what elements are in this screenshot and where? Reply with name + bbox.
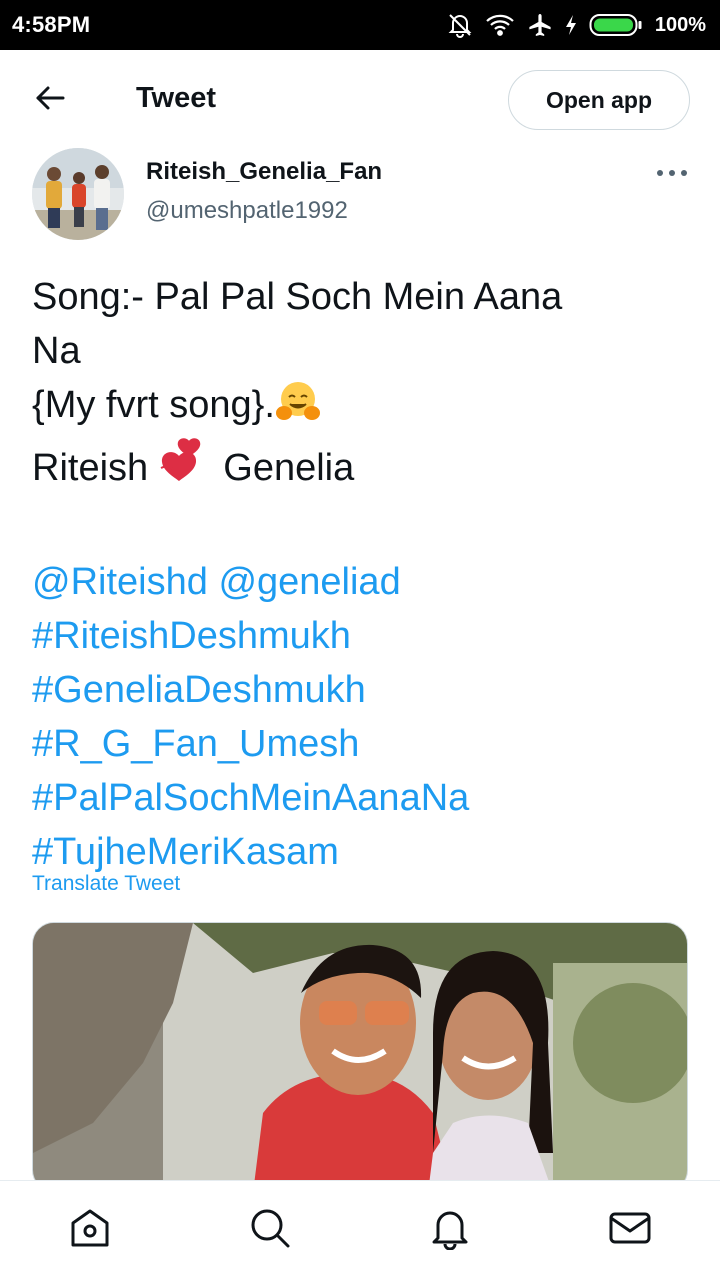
mention-link[interactable]: @Riteishd (32, 561, 208, 603)
bottom-navigation (0, 1180, 720, 1280)
tweet-line: @Riteishd @geneliad (32, 555, 692, 609)
tweet-line: Song:- Pal Pal Soch Mein Aana (32, 276, 563, 318)
mention-link[interactable]: @geneliad (218, 561, 400, 603)
top-bar: Tweet Open app (0, 50, 720, 148)
hashtag-link[interactable]: #GeneliaDeshmukh (32, 663, 692, 717)
avatar[interactable] (32, 148, 124, 240)
battery-percent: 100% (654, 13, 706, 36)
nav-home[interactable] (0, 1181, 180, 1280)
status-bar: 4:58PM 100% (0, 0, 720, 50)
mute-bell-icon (447, 12, 473, 38)
avatar-photo (32, 148, 124, 240)
nav-search[interactable] (180, 1181, 360, 1280)
arrow-left-icon (35, 85, 65, 116)
hashtag-link[interactable]: #R_G_Fan_Umesh (32, 717, 692, 771)
wifi-icon (485, 13, 515, 37)
tweet-line: Na (32, 330, 81, 372)
hugging-face-emoji (275, 379, 321, 438)
search-icon (248, 1206, 292, 1255)
author-name[interactable]: Riteish_Genelia_Fan (146, 158, 382, 186)
page-title: Tweet (136, 82, 217, 114)
notifications-icon (428, 1206, 472, 1255)
airplane-icon (527, 12, 553, 38)
messages-icon (608, 1206, 652, 1255)
back-button[interactable] (30, 82, 70, 118)
media-photo (33, 923, 687, 1191)
tweet-text-fragment: {My fvrt song}. (32, 384, 275, 426)
tweet-media[interactable] (32, 922, 688, 1192)
status-icons: 100% (447, 12, 706, 38)
tweet-text: Song:- Pal Pal Soch Mein Aana Na {My fvr… (32, 270, 692, 879)
more-options-button[interactable] (652, 158, 692, 188)
home-icon (68, 1206, 112, 1255)
hashtag-link[interactable]: #RiteishDeshmukh (32, 609, 692, 663)
author-handle[interactable]: @umeshpatle1992 (146, 197, 348, 225)
battery-icon (589, 13, 643, 37)
status-time: 4:58PM (12, 12, 91, 37)
tweet-line: Riteish Genelia (32, 438, 692, 501)
hashtag-link[interactable]: #PalPalSochMeinAanaNa (32, 771, 692, 825)
two-hearts-emoji (159, 438, 213, 501)
tweet-text-fragment: Genelia (223, 447, 355, 489)
tweet-line: {My fvrt song}. (32, 378, 692, 438)
charging-bolt-icon (565, 14, 577, 36)
open-app-button[interactable]: Open app (508, 70, 690, 130)
nav-notifications[interactable] (360, 1181, 540, 1280)
more-horizontal-icon (656, 164, 688, 182)
nav-messages[interactable] (540, 1181, 720, 1280)
hashtag-link[interactable]: #TujheMeriKasam (32, 825, 692, 879)
tweet-text-fragment: Riteish (32, 447, 149, 489)
translate-tweet-link[interactable]: Translate Tweet (32, 872, 180, 896)
